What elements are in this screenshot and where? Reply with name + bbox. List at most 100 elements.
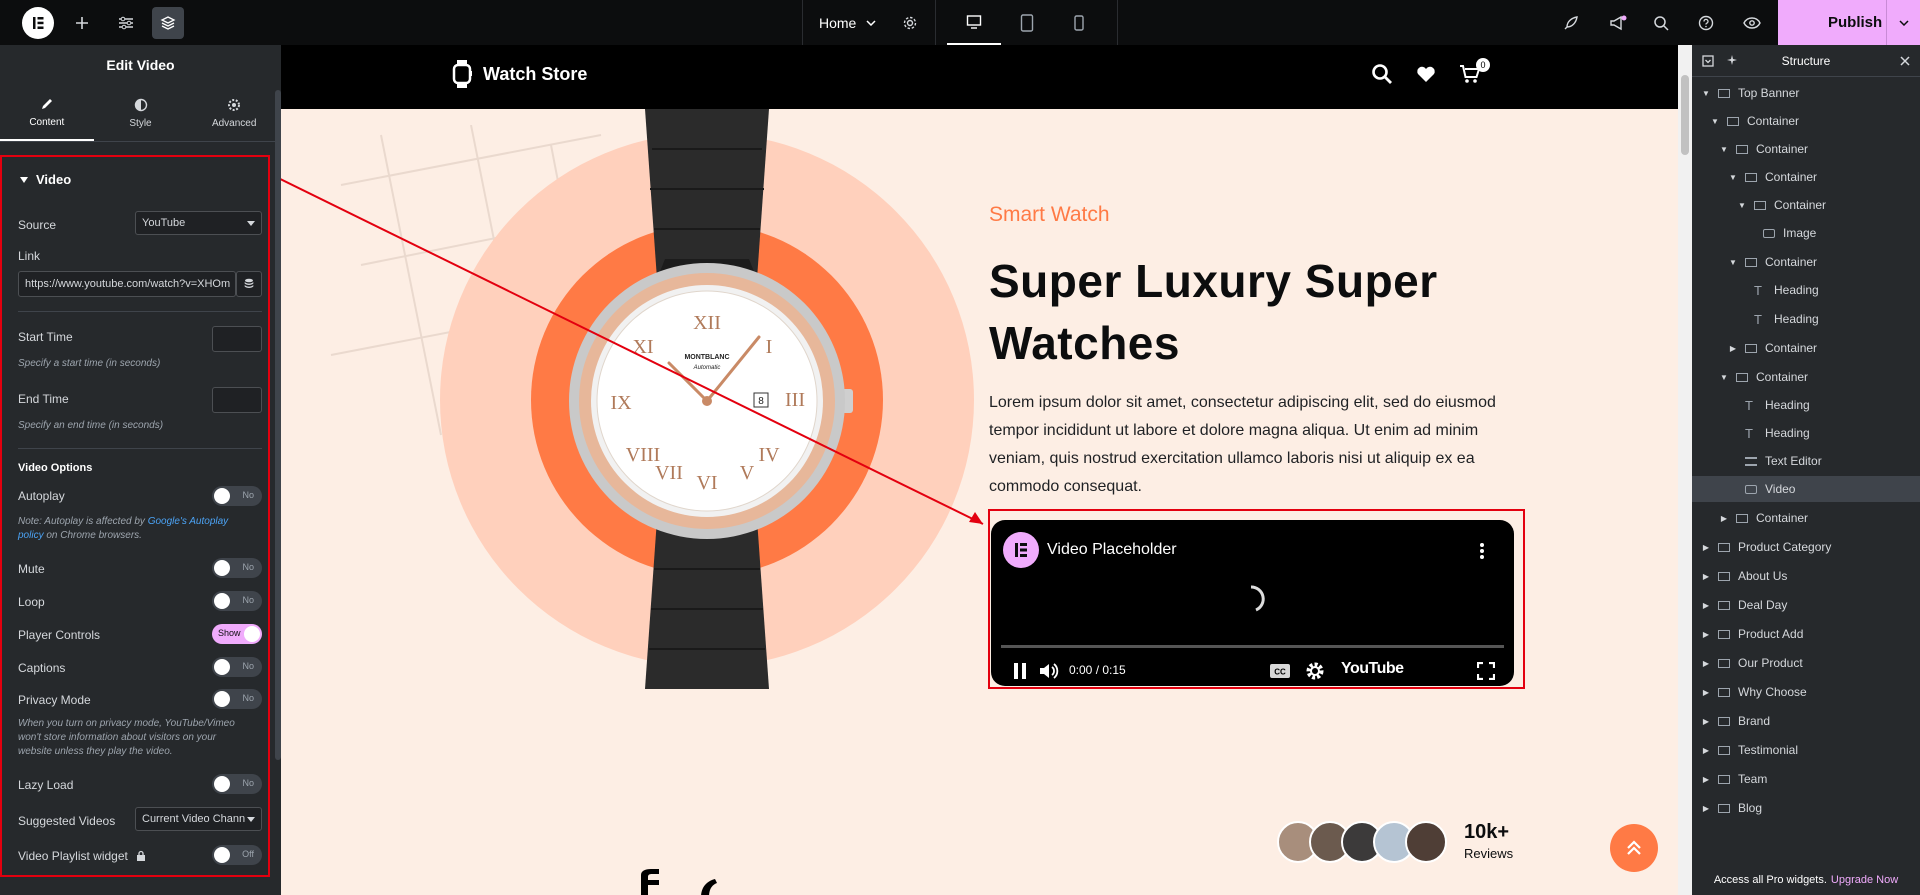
structure-item[interactable]: T Heading [1692, 306, 1920, 332]
structure-item[interactable]: ▼ Top Banner [1692, 80, 1920, 106]
publish-button[interactable]: Publish [1778, 0, 1920, 45]
page-settings-gear-icon[interactable] [898, 0, 922, 45]
caret-icon[interactable]: ▶ [1700, 630, 1712, 639]
canvas-scrollbar-thumb[interactable] [1681, 75, 1689, 155]
help-icon[interactable] [1694, 0, 1718, 45]
privacy-mode-toggle[interactable]: No [212, 689, 262, 709]
link-input[interactable]: https://www.youtube.com/watch?v=XHOm [18, 271, 236, 297]
structure-item[interactable]: Text Editor [1692, 448, 1920, 474]
preview-eye-icon[interactable] [1740, 0, 1764, 45]
site-settings-icon[interactable] [114, 0, 138, 45]
add-element-icon[interactable] [70, 0, 94, 45]
tablet-view-icon[interactable] [1000, 0, 1054, 45]
whats-new-megaphone-icon[interactable] [1606, 0, 1630, 45]
structure-item[interactable]: ▶ Container [1692, 335, 1920, 361]
structure-item[interactable]: ▶ Our Product [1692, 650, 1920, 676]
caret-icon[interactable]: ▼ [1727, 258, 1739, 267]
structure-layers-icon[interactable] [152, 7, 184, 39]
search-icon[interactable] [1649, 0, 1673, 45]
collapse-all-icon[interactable] [1702, 55, 1714, 67]
caret-icon[interactable]: ▼ [1727, 173, 1739, 182]
loop-toggle[interactable]: No [212, 591, 262, 611]
structure-item[interactable]: ▼ Container [1692, 136, 1920, 162]
structure-item[interactable]: Image [1692, 220, 1920, 246]
caret-icon[interactable]: ▼ [1700, 89, 1712, 98]
caret-icon[interactable]: ▼ [1718, 373, 1730, 382]
captions-cc-icon[interactable]: CC [1269, 663, 1291, 679]
caret-icon[interactable]: ▼ [1709, 117, 1721, 126]
structure-item[interactable]: ▶ Container [1692, 505, 1920, 531]
caret-icon[interactable]: ▶ [1700, 804, 1712, 813]
toggle-knob [214, 593, 230, 609]
settings-gear-icon[interactable] [1305, 661, 1325, 681]
close-icon[interactable] [1900, 56, 1910, 66]
rocket-icon[interactable] [1559, 0, 1583, 45]
elementor-logo-icon[interactable] [22, 7, 54, 39]
structure-item[interactable]: ▼ Container [1692, 108, 1920, 134]
caret-icon[interactable]: ▶ [1700, 543, 1712, 552]
mute-toggle[interactable]: No [212, 558, 262, 578]
more-options-icon[interactable] [1479, 542, 1485, 560]
ai-sparkle-icon[interactable] [1726, 55, 1738, 67]
structure-item[interactable]: ▶ Why Choose [1692, 679, 1920, 705]
structure-item[interactable]: ▶ Deal Day [1692, 592, 1920, 618]
structure-item[interactable]: ▼ Container [1692, 164, 1920, 190]
suggested-videos-select[interactable]: Current Video Chann [135, 807, 262, 831]
structure-item[interactable]: ▼ Container [1692, 249, 1920, 275]
page-selector[interactable]: Home [819, 0, 876, 45]
structure-item[interactable]: ▶ Blog [1692, 795, 1920, 821]
structure-item[interactable]: ▶ Product Add [1692, 621, 1920, 647]
tab-style[interactable]: Style [94, 85, 188, 141]
start-time-input[interactable] [212, 326, 262, 352]
structure-item[interactable]: ▶ Team [1692, 766, 1920, 792]
pause-icon[interactable] [1013, 662, 1027, 680]
structure-item[interactable]: T Heading [1692, 277, 1920, 303]
fullscreen-icon[interactable] [1477, 662, 1495, 680]
structure-item[interactable]: ▶ Product Category [1692, 534, 1920, 560]
playlist-toggle[interactable]: Off [212, 845, 262, 865]
structure-item[interactable]: T Heading [1692, 420, 1920, 446]
caret-icon[interactable]: ▶ [1718, 514, 1730, 523]
caret-icon[interactable]: ▶ [1700, 746, 1712, 755]
structure-item[interactable]: ▼ Container [1692, 192, 1920, 218]
structure-item[interactable]: ▼ Container [1692, 364, 1920, 390]
volume-icon[interactable] [1039, 662, 1061, 680]
structure-item[interactable]: ▶ About Us [1692, 563, 1920, 589]
autoplay-toggle[interactable]: No [212, 486, 262, 506]
youtube-logo[interactable]: YouTube [1341, 660, 1404, 678]
video-progress-bar[interactable] [1001, 645, 1504, 648]
caret-icon[interactable]: ▶ [1727, 344, 1739, 353]
site-logo[interactable]: Watch Store [451, 59, 587, 89]
caret-icon[interactable]: ▶ [1700, 601, 1712, 610]
search-icon[interactable] [1371, 63, 1393, 85]
lazy-load-toggle[interactable]: No [212, 774, 262, 794]
tab-advanced[interactable]: Advanced [187, 85, 281, 141]
structure-item[interactable]: T Heading [1692, 392, 1920, 418]
structure-item[interactable]: ▶ Testimonial [1692, 737, 1920, 763]
end-time-input[interactable] [212, 387, 262, 413]
caret-icon[interactable]: ▶ [1700, 775, 1712, 784]
caret-icon[interactable]: ▶ [1700, 572, 1712, 581]
mobile-view-icon[interactable] [1052, 0, 1106, 45]
heart-icon[interactable] [1415, 63, 1437, 85]
caret-icon[interactable]: ▼ [1718, 145, 1730, 154]
caret-icon[interactable]: ▶ [1700, 688, 1712, 697]
caret-icon[interactable]: ▼ [1736, 201, 1748, 210]
video-player[interactable]: Video Placeholder 0:00 / 0:15 CC YouTube [991, 520, 1514, 686]
dynamic-tags-icon[interactable] [236, 271, 262, 297]
desktop-view-icon[interactable] [947, 0, 1001, 45]
caret-icon[interactable]: ▶ [1700, 717, 1712, 726]
caret-icon[interactable]: ▶ [1700, 659, 1712, 668]
structure-item[interactable]: Video [1692, 476, 1920, 502]
section-video-toggle[interactable]: Video [20, 172, 71, 187]
canvas-scrollbar[interactable] [1678, 45, 1692, 895]
captions-state: No [242, 661, 254, 671]
source-select[interactable]: YouTube [135, 211, 262, 235]
upgrade-now-link[interactable]: Upgrade Now [1831, 874, 1898, 886]
structure-item[interactable]: ▶ Brand [1692, 708, 1920, 734]
player-controls-toggle[interactable]: Show [212, 624, 262, 644]
publish-options-chevron-icon[interactable] [1886, 0, 1920, 45]
tab-content[interactable]: Content [0, 85, 94, 141]
scroll-to-top-button[interactable] [1610, 824, 1658, 872]
captions-toggle[interactable]: No [212, 657, 262, 677]
